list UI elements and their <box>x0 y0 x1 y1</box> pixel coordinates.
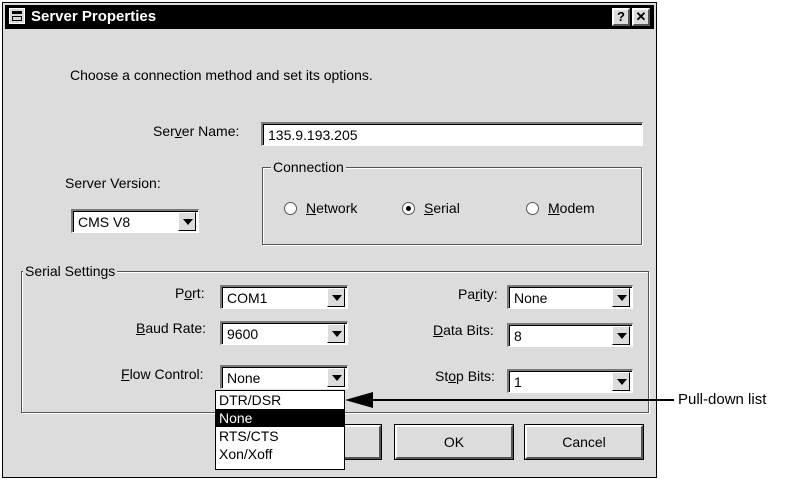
data-bits-label: Data Bits: <box>433 322 494 338</box>
baud-rate-label: Baud Rate: <box>136 320 207 336</box>
server-name-input[interactable]: 135.9.193.205 <box>261 122 643 146</box>
arrow-left-icon <box>345 392 373 408</box>
cancel-button[interactable]: Cancel <box>524 424 644 460</box>
dropdown-option[interactable]: DTR/DSR <box>216 391 344 409</box>
dropdown-option-selected[interactable]: None <box>216 409 344 427</box>
server-name-label: Server Name: <box>153 123 240 139</box>
stop-bits-value: 1 <box>514 374 522 390</box>
flow-control-value: None <box>227 370 261 386</box>
callout-line <box>372 399 674 401</box>
modem-label[interactable]: Modem <box>548 200 595 216</box>
parity-select[interactable]: None <box>507 285 633 309</box>
server-version-label: Server Version: <box>65 175 161 191</box>
chevron-down-icon[interactable] <box>612 372 630 391</box>
port-label: Port: <box>175 285 205 301</box>
data-bits-select[interactable]: 8 <box>507 323 633 347</box>
port-select[interactable]: COM1 <box>220 285 348 309</box>
chevron-down-icon[interactable] <box>612 288 630 307</box>
network-label[interactable]: Network <box>306 200 357 216</box>
serial-settings-legend: Serial Settings <box>23 263 118 279</box>
data-bits-value: 8 <box>514 328 522 344</box>
chevron-down-icon[interactable] <box>327 324 345 343</box>
chevron-down-icon[interactable] <box>327 288 345 307</box>
stop-bits-label: Stop Bits: <box>435 368 495 384</box>
parity-value: None <box>514 290 548 306</box>
dropdown-option[interactable]: RTS/CTS <box>216 427 344 445</box>
ok-button[interactable]: OK <box>394 424 514 460</box>
radio-modem[interactable] <box>526 202 539 215</box>
callout-label: Pull-down list <box>678 391 767 408</box>
connection-legend: Connection <box>271 159 346 175</box>
server-version-select[interactable]: CMS V8 <box>71 209 199 233</box>
dropdown-option[interactable]: Xon/Xoff <box>216 445 344 463</box>
chevron-down-icon[interactable] <box>327 368 345 387</box>
close-button[interactable]: ✕ <box>632 8 650 26</box>
stop-bits-select[interactable]: 1 <box>507 369 633 393</box>
radio-serial[interactable] <box>402 202 415 215</box>
window-title: Server Properties <box>31 8 157 25</box>
flow-control-label: Flow Control: <box>121 366 204 382</box>
flow-control-dropdown-list[interactable]: DTR/DSR None RTS/CTS Xon/Xoff <box>215 390 345 470</box>
server-name-value: 135.9.193.205 <box>268 127 358 143</box>
baud-rate-select[interactable]: 9600 <box>220 321 348 345</box>
window-icon <box>9 8 25 24</box>
title-bar[interactable]: Server Properties ? ✕ <box>5 5 654 29</box>
baud-rate-value: 9600 <box>227 326 259 342</box>
port-value: COM1 <box>227 290 268 306</box>
chevron-down-icon[interactable] <box>178 212 196 231</box>
instructions-text: Choose a connection method and set its o… <box>70 67 373 83</box>
radio-network[interactable] <box>284 202 297 215</box>
parity-label: Parity: <box>458 286 498 302</box>
help-button[interactable]: ? <box>612 8 630 26</box>
flow-control-select[interactable]: None <box>220 365 348 389</box>
serial-label[interactable]: Serial <box>424 200 460 216</box>
server-version-value: CMS V8 <box>78 214 131 230</box>
chevron-down-icon[interactable] <box>612 326 630 345</box>
